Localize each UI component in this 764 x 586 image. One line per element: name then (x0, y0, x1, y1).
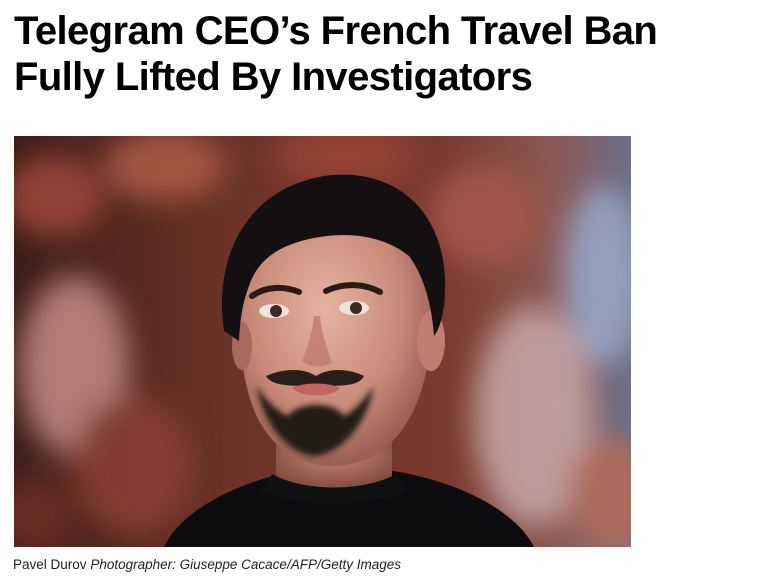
headline-line-1: Telegram CEO’s French Travel Ban (14, 9, 658, 53)
article-photo (14, 136, 631, 547)
caption-subject: Pavel Durov (13, 557, 87, 572)
portrait-photo-illustration (14, 136, 631, 547)
caption-credit: Photographer: Giuseppe Cacace/AFP/Getty … (90, 557, 401, 572)
headline-line-2: Fully Lifted By Investigators (14, 55, 533, 99)
article-headline: Telegram CEO’s French Travel Ban Fully L… (14, 8, 754, 100)
photo-caption: Pavel Durov Photographer: Giuseppe Cacac… (13, 557, 401, 573)
